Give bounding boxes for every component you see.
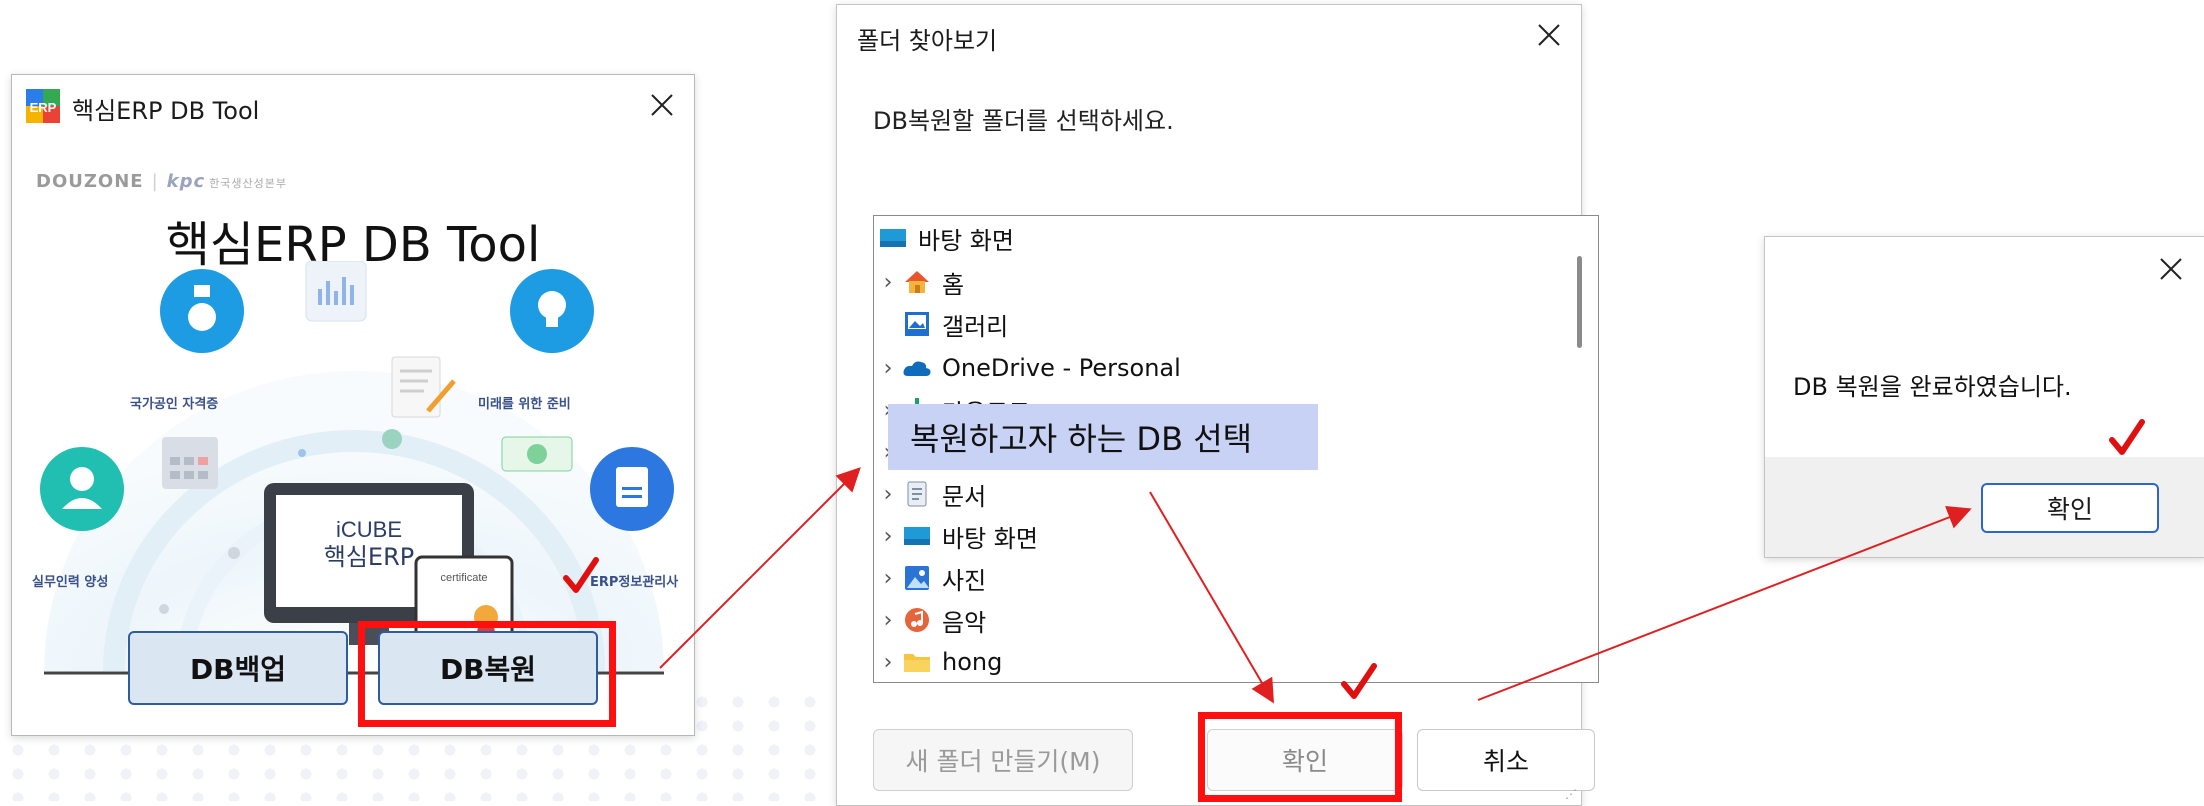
- monitor-line2: 핵심ERP: [324, 543, 414, 571]
- chevron-right-icon[interactable]: ›: [874, 524, 902, 549]
- chevron-right-icon[interactable]: ›: [874, 608, 902, 633]
- pictures-icon: [902, 564, 932, 592]
- document-icon: [902, 480, 932, 508]
- music-icon: [902, 606, 932, 634]
- erp-logo-text: ERP: [30, 100, 57, 115]
- brand-logos: DOUZONE | kpc 한국생산성본부: [36, 171, 288, 192]
- window-title: 핵심ERP DB Tool: [72, 97, 260, 125]
- close-icon: [2160, 258, 2182, 280]
- tree-item-hong[interactable]: › hong: [874, 642, 1003, 682]
- erp-illustration: iCUBE 핵심ERP certificate: [40, 261, 674, 681]
- new-folder-button[interactable]: 새 폴더 만들기(M): [873, 729, 1133, 791]
- tree-item-pictures[interactable]: › 사진: [874, 558, 987, 598]
- person-icon: [40, 447, 124, 531]
- desktop-icon: [878, 224, 908, 252]
- erp-app-icon: ERP: [26, 89, 60, 123]
- erp-doc-icon: [590, 447, 674, 531]
- checkmark-icon: [2109, 419, 2145, 455]
- close-icon: [1538, 24, 1560, 46]
- bulb-icon: [510, 269, 594, 353]
- tree-item-label: 바탕 화면: [918, 226, 1014, 255]
- douzone-logo: DOUZONE: [36, 171, 144, 192]
- home-icon: [902, 268, 932, 296]
- completion-message: DB 복원을 완료하였습니다.: [1793, 373, 2072, 401]
- gallery-icon: [902, 310, 932, 338]
- onedrive-icon: [902, 354, 932, 382]
- tree-item-gallery[interactable]: 갤러리: [902, 304, 1008, 344]
- feature-label: 실무인력 양성: [32, 575, 109, 590]
- tree-item-label: OneDrive - Personal: [942, 354, 1181, 382]
- tree-item-label: 사진: [942, 566, 987, 595]
- ok-highlight-box: [1198, 712, 1402, 802]
- monitor-line1: iCUBE: [336, 517, 402, 542]
- chevron-right-icon[interactable]: ›: [874, 270, 902, 295]
- chevron-right-icon[interactable]: ›: [874, 650, 902, 675]
- dialog-prompt: DB복원할 폴더를 선택하세요.: [873, 107, 1174, 135]
- tree-item-label: 음악: [942, 608, 987, 637]
- tree-scrollbar[interactable]: [1577, 256, 1582, 348]
- dialog-title: 폴더 찾아보기: [857, 27, 998, 55]
- checkmark-icon: [563, 557, 599, 593]
- feature-label: 국가공인 자격증: [130, 397, 219, 412]
- kpc-subtitle: 한국생산성본부: [209, 177, 288, 190]
- title-bar: ERP 핵심ERP DB Tool: [12, 75, 694, 135]
- tree-item-documents[interactable]: › 문서: [874, 474, 986, 514]
- tree-item-music[interactable]: › 음악: [874, 600, 987, 640]
- chevron-right-icon[interactable]: ›: [874, 482, 902, 507]
- restore-highlight-box: [358, 621, 616, 727]
- tree-item-desktop[interactable]: › 바탕 화면: [874, 516, 1038, 556]
- desktop-icon: [902, 522, 932, 550]
- title-bar: 폴더 찾아보기: [837, 5, 1581, 65]
- close-button[interactable]: [1525, 11, 1573, 59]
- confirm-button[interactable]: 확인: [1981, 483, 2159, 533]
- instruction-caption: 복원하고자 하는 DB 선택: [888, 404, 1318, 470]
- close-icon: [651, 94, 673, 116]
- close-button[interactable]: [2147, 245, 2195, 293]
- dialog-footer: 확인: [1765, 457, 2204, 557]
- folder-icon: [902, 648, 932, 676]
- checkmark-icon: [1341, 663, 1377, 699]
- certificate-label: certificate: [440, 572, 487, 584]
- db-backup-button[interactable]: DB백업: [128, 631, 348, 705]
- resize-grip-icon[interactable]: ⋰: [1565, 787, 1577, 801]
- tree-item-label: hong: [942, 648, 1003, 676]
- chevron-right-icon[interactable]: ›: [874, 566, 902, 591]
- close-button[interactable]: [638, 81, 686, 129]
- medal-icon: [160, 269, 244, 353]
- tree-item-label: 홈: [942, 270, 965, 299]
- cancel-button[interactable]: 취소: [1417, 729, 1595, 791]
- chevron-right-icon[interactable]: ›: [874, 356, 902, 381]
- tree-item-onedrive[interactable]: › OneDrive - Personal: [874, 348, 1181, 388]
- tree-item-home[interactable]: › 홈: [874, 262, 965, 302]
- feature-label: 미래를 위한 준비: [478, 397, 571, 412]
- tree-item-label: 문서: [942, 482, 987, 511]
- restore-complete-dialog: DB 복원을 완료하였습니다. 확인: [1764, 236, 2204, 558]
- feature-label: ERP정보관리사: [590, 575, 679, 590]
- tree-item-label: 바탕 화면: [942, 524, 1038, 553]
- tree-item-desktop-root[interactable]: 바탕 화면: [878, 218, 1014, 258]
- tree-item-label: 갤러리: [942, 312, 1009, 341]
- kpc-logo: kpc: [166, 171, 206, 192]
